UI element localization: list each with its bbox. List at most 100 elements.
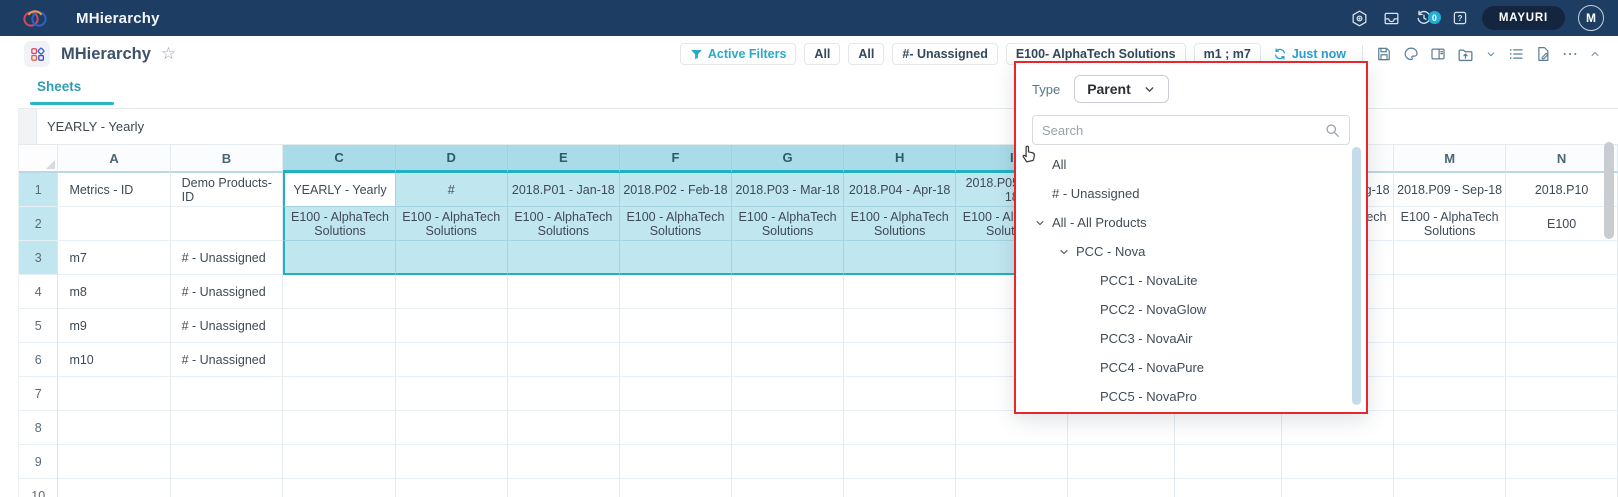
tree-item[interactable]: PCC4 - NovaPure <box>1016 353 1366 382</box>
cell-L9[interactable] <box>1282 445 1394 479</box>
cell-N1[interactable]: 2018.P10 <box>1506 173 1618 207</box>
palette-icon[interactable] <box>1402 45 1420 63</box>
cell-B10[interactable] <box>171 479 284 497</box>
cell-B8[interactable] <box>171 411 284 445</box>
save-icon[interactable] <box>1375 45 1393 63</box>
cell-D10[interactable] <box>396 479 508 497</box>
cell-F5[interactable] <box>620 309 732 343</box>
cell-C5[interactable] <box>283 309 395 343</box>
cell-A7[interactable] <box>58 377 170 411</box>
cell-E3[interactable] <box>508 241 620 275</box>
file-edit-icon[interactable] <box>1534 45 1552 63</box>
cell-G9[interactable] <box>732 445 844 479</box>
cell-H3[interactable] <box>844 241 956 275</box>
cell-F7[interactable] <box>620 377 732 411</box>
col-header-N[interactable]: N <box>1506 145 1618 173</box>
row-header-5[interactable]: 5 <box>19 309 58 343</box>
cell-E1[interactable]: 2018.P01 - Jan-18 <box>508 173 620 207</box>
cell-A1[interactable]: Metrics - ID <box>58 173 170 207</box>
cell-A5[interactable]: m9 <box>58 309 170 343</box>
cell-B6[interactable]: # - Unassigned <box>171 343 284 377</box>
col-header-F[interactable]: F <box>620 145 732 173</box>
cell-G4[interactable] <box>732 275 844 309</box>
row-header-1[interactable]: 1 <box>19 173 58 207</box>
cell-A9[interactable] <box>58 445 170 479</box>
cell-B2[interactable] <box>171 207 284 241</box>
cell-G1[interactable]: 2018.P03 - Mar-18 <box>732 173 844 207</box>
cell-N5[interactable] <box>1506 309 1618 343</box>
cell-I8[interactable] <box>956 411 1068 445</box>
cell-D1[interactable]: # <box>396 173 508 207</box>
cell-G3[interactable] <box>732 241 844 275</box>
cell-K8[interactable] <box>1175 411 1282 445</box>
row-header-4[interactable]: 4 <box>19 275 58 309</box>
row-header-9[interactable]: 9 <box>19 445 58 479</box>
tree-item[interactable]: All - All Products <box>1016 208 1366 237</box>
cell-D4[interactable] <box>396 275 508 309</box>
cell-N10[interactable] <box>1506 479 1618 497</box>
cell-I10[interactable] <box>956 479 1068 497</box>
cell-G6[interactable] <box>732 343 844 377</box>
cell-M4[interactable] <box>1394 275 1506 309</box>
cell-K10[interactable] <box>1175 479 1282 497</box>
cell-M8[interactable] <box>1394 411 1506 445</box>
row-header-3[interactable]: 3 <box>19 241 58 275</box>
cell-L8[interactable] <box>1282 411 1394 445</box>
cell-E5[interactable] <box>508 309 620 343</box>
cell-G5[interactable] <box>732 309 844 343</box>
active-filters-button[interactable]: Active Filters <box>680 43 797 65</box>
tree-item[interactable]: All <box>1016 150 1366 179</box>
cell-B9[interactable] <box>171 445 284 479</box>
cell-C8[interactable] <box>283 411 395 445</box>
cell-B3[interactable]: # - Unassigned <box>171 241 284 275</box>
cell-F3[interactable] <box>620 241 732 275</box>
cell-N3[interactable] <box>1506 241 1618 275</box>
cell-A2[interactable] <box>58 207 170 241</box>
cell-E9[interactable] <box>508 445 620 479</box>
chevron-down-icon[interactable] <box>1484 47 1498 61</box>
cell-C1[interactable]: YEARLY - Yearly <box>283 173 395 207</box>
cell-M6[interactable] <box>1394 343 1506 377</box>
cell-C6[interactable] <box>283 343 395 377</box>
filter-chip[interactable]: #- Unassigned <box>892 43 997 65</box>
col-header-G[interactable]: G <box>732 145 844 173</box>
cell-N8[interactable] <box>1506 411 1618 445</box>
tree-item[interactable]: PCC1 - NovaLite <box>1016 266 1366 295</box>
filter-chip[interactable]: All <box>804 43 840 65</box>
cell-A8[interactable] <box>58 411 170 445</box>
cell-N2[interactable]: E100 <box>1506 207 1618 241</box>
row-header-8[interactable]: 8 <box>19 411 58 445</box>
cell-A4[interactable]: m8 <box>58 275 170 309</box>
cell-L10[interactable] <box>1282 479 1394 497</box>
cell-H1[interactable]: 2018.P04 - Apr-18 <box>844 173 956 207</box>
row-header-7[interactable]: 7 <box>19 377 58 411</box>
cell-A10[interactable] <box>58 479 170 497</box>
list-view-icon[interactable] <box>1507 45 1525 63</box>
layout-columns-icon[interactable] <box>1429 45 1447 63</box>
cell-B7[interactable] <box>171 377 284 411</box>
cell-E10[interactable] <box>508 479 620 497</box>
cell-E2[interactable]: E100 - AlphaTech Solutions <box>508 207 620 241</box>
cell-E4[interactable] <box>508 275 620 309</box>
cell-H6[interactable] <box>844 343 956 377</box>
cell-F4[interactable] <box>620 275 732 309</box>
cell-D8[interactable] <box>396 411 508 445</box>
cell-I9[interactable] <box>956 445 1068 479</box>
cell-N6[interactable] <box>1506 343 1618 377</box>
cell-D2[interactable]: E100 - AlphaTech Solutions <box>396 207 508 241</box>
cell-D6[interactable] <box>396 343 508 377</box>
cell-C9[interactable] <box>283 445 395 479</box>
cell-H9[interactable] <box>844 445 956 479</box>
cell-C4[interactable] <box>283 275 395 309</box>
type-select-dropdown[interactable]: Parent <box>1074 75 1169 103</box>
tree-item[interactable]: PCC2 - NovaGlow <box>1016 295 1366 324</box>
row-header-2[interactable]: 2 <box>19 207 58 241</box>
cell-G8[interactable] <box>732 411 844 445</box>
cell-F6[interactable] <box>620 343 732 377</box>
col-header-M[interactable]: M <box>1394 145 1506 173</box>
cell-H10[interactable] <box>844 479 956 497</box>
panel-scrollbar[interactable] <box>1352 147 1361 405</box>
cell-D5[interactable] <box>396 309 508 343</box>
cell-C7[interactable] <box>283 377 395 411</box>
folder-export-icon[interactable] <box>1456 45 1475 64</box>
